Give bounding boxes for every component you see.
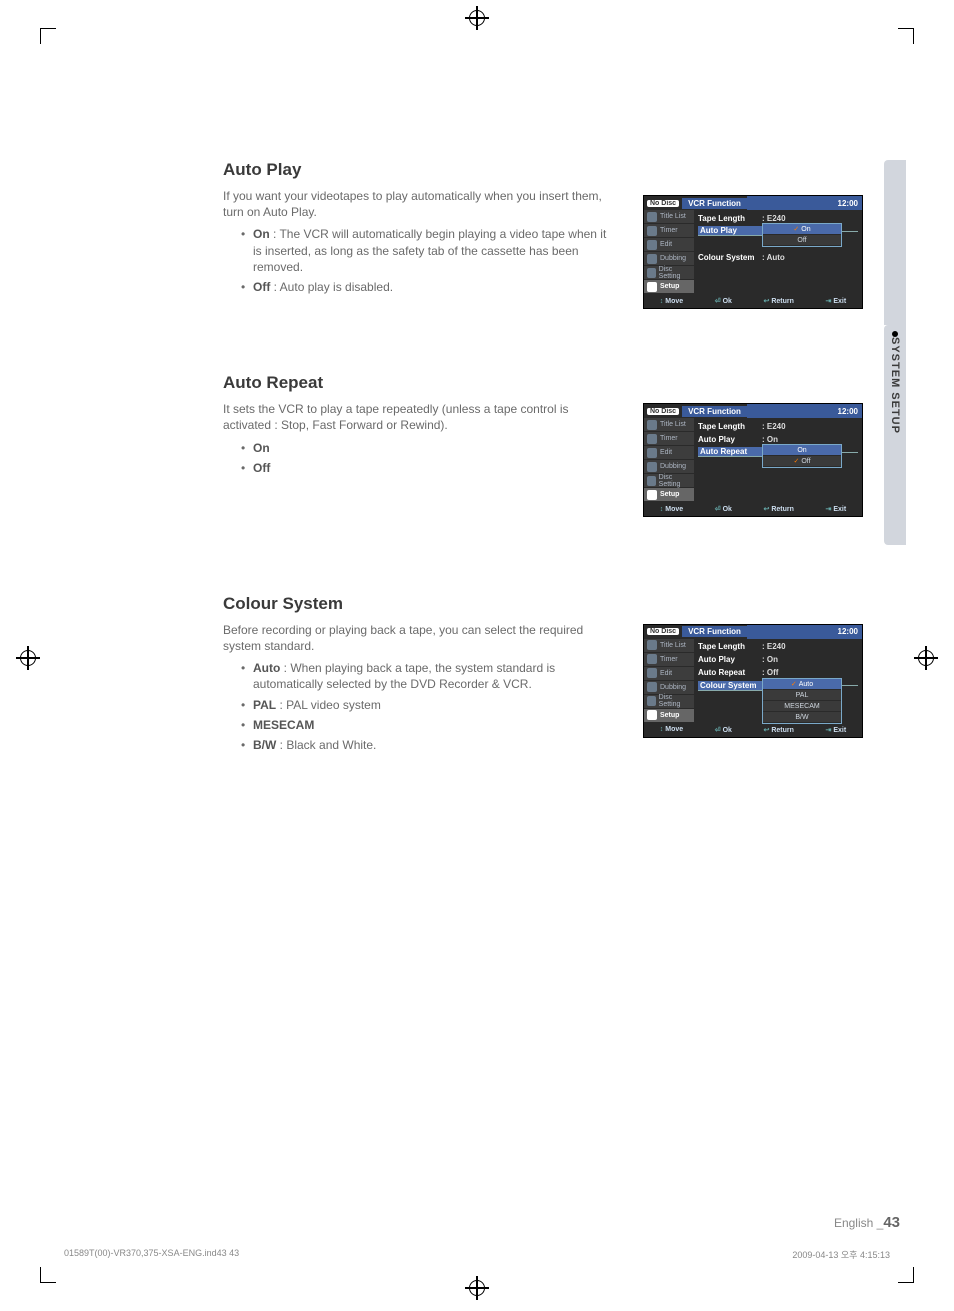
osd-badge: No Disc <box>647 628 679 635</box>
osd-footer-ok[interactable]: Ok <box>715 297 732 305</box>
osd-sidebar-item[interactable]: Dubbing <box>644 460 694 474</box>
osd-row: Auto Play: On <box>698 654 858 666</box>
osd-sidebar-item[interactable]: Disc Setting <box>644 474 694 488</box>
osd-row: Colour System: Auto <box>698 251 858 263</box>
section-colour-system: Colour System Before recording or playin… <box>223 594 863 753</box>
list-item: B/W : Black and White. <box>253 737 618 753</box>
intro-auto-repeat: It sets the VCR to play a tape repeatedl… <box>223 401 618 433</box>
osd-footer: Move Ok Return Exit <box>644 294 862 308</box>
osd-row: Tape Length: E240 <box>698 420 858 432</box>
osd-footer-ok[interactable]: Ok <box>715 726 732 734</box>
osd-option[interactable]: PAL <box>763 690 841 701</box>
osd-footer-return[interactable]: Return <box>763 297 793 305</box>
heading-auto-play: Auto Play <box>223 160 863 180</box>
osd-option[interactable]: MESECAM <box>763 701 841 712</box>
osd-panel-auto-play: No Disc VCR Function 12:00 Title List Ti… <box>643 195 863 309</box>
osd-title: VCR Function <box>682 406 747 417</box>
osd-clock: 12:00 <box>747 404 862 418</box>
osd-sidebar-item-active[interactable]: Setup <box>644 709 694 723</box>
osd-row: Tape Length: E240 <box>698 641 858 653</box>
osd-option[interactable]: Auto <box>763 679 841 690</box>
osd-footer-return[interactable]: Return <box>763 505 793 513</box>
bullets-auto-repeat: On Off <box>223 440 618 476</box>
list-item: PAL : PAL video system <box>253 697 618 713</box>
osd-sidebar-item[interactable]: Dubbing <box>644 681 694 695</box>
osd-footer-exit[interactable]: Exit <box>825 726 846 734</box>
osd-main: Tape Length: E240 Auto Play: On Auto Rep… <box>694 639 862 723</box>
osd-option[interactable]: Off <box>763 456 841 467</box>
osd-panel-auto-repeat: No Disc VCR Function 12:00 Title List Ti… <box>643 403 863 517</box>
osd-dropdown[interactable]: On Off <box>762 444 842 468</box>
page-number: English _43 <box>834 1214 900 1231</box>
osd-sidebar-item[interactable]: Title List <box>644 639 694 653</box>
list-item: Off : Auto play is disabled. <box>253 279 618 295</box>
heading-auto-repeat: Auto Repeat <box>223 373 863 393</box>
osd-title: VCR Function <box>682 198 747 209</box>
bullets-auto-play: On : The VCR will automatically begin pl… <box>223 226 618 295</box>
osd-panel-colour-system: No Disc VCR Function 12:00 Title List Ti… <box>643 624 863 738</box>
registration-mark-right <box>916 648 936 673</box>
osd-main: Tape Length: E240 Auto Play: On Auto Rep… <box>694 418 862 502</box>
intro-auto-play: If you want your videotapes to play auto… <box>223 188 618 220</box>
footer-time: 2009-04-13 오후 4:15:13 <box>792 1248 890 1261</box>
footer-meta: 01589T(00)-VR370,375-XSA-ENG.ind43 43 20… <box>64 1248 890 1261</box>
heading-colour-system: Colour System <box>223 594 863 614</box>
osd-option[interactable]: On <box>763 224 841 235</box>
osd-badge: No Disc <box>647 408 679 415</box>
osd-footer: Move Ok Return Exit <box>644 723 862 737</box>
osd-sidebar-item[interactable]: Edit <box>644 446 694 460</box>
list-item: Off <box>253 460 618 476</box>
osd-sidebar-item[interactable]: Timer <box>644 224 694 238</box>
list-item: Auto : When playing back a tape, the sys… <box>253 660 618 692</box>
osd-sidebar: Title List Timer Edit Dubbing Disc Setti… <box>644 210 694 294</box>
osd-sidebar: Title List Timer Edit Dubbing Disc Setti… <box>644 639 694 723</box>
osd-dropdown[interactable]: Auto PAL MESECAM B/W <box>762 678 842 724</box>
osd-sidebar-item[interactable]: Dubbing <box>644 252 694 266</box>
osd-sidebar-item-active[interactable]: Setup <box>644 488 694 502</box>
osd-sidebar-item[interactable]: Disc Setting <box>644 266 694 280</box>
side-tab: SYSTEM SETUP <box>884 325 906 545</box>
osd-sidebar-item-active[interactable]: Setup <box>644 280 694 294</box>
osd-footer-move[interactable]: Move <box>660 506 683 513</box>
footer-file: 01589T(00)-VR370,375-XSA-ENG.ind43 43 <box>64 1248 239 1261</box>
list-item: MESECAM <box>253 717 618 733</box>
osd-clock: 12:00 <box>747 196 862 210</box>
osd-footer-return[interactable]: Return <box>763 726 793 734</box>
osd-footer: Move Ok Return Exit <box>644 502 862 516</box>
list-item: On <box>253 440 618 456</box>
osd-sidebar-item[interactable]: Disc Setting <box>644 695 694 709</box>
osd-option[interactable]: Off <box>763 235 841 246</box>
content-area: Auto Play If you want your videotapes to… <box>223 160 863 781</box>
osd-sidebar-item[interactable]: Edit <box>644 667 694 681</box>
osd-clock: 12:00 <box>747 625 862 639</box>
registration-mark-left <box>18 648 38 673</box>
list-item: On : The VCR will automatically begin pl… <box>253 226 618 275</box>
registration-mark-bottom <box>467 1278 487 1303</box>
intro-colour-system: Before recording or playing back a tape,… <box>223 622 618 654</box>
osd-sidebar-item[interactable]: Timer <box>644 432 694 446</box>
osd-sidebar-item[interactable]: Title List <box>644 418 694 432</box>
osd-footer-exit[interactable]: Exit <box>825 505 846 513</box>
osd-dropdown[interactable]: On Off <box>762 223 842 247</box>
registration-mark-top <box>467 8 487 33</box>
osd-sidebar: Title List Timer Edit Dubbing Disc Setti… <box>644 418 694 502</box>
osd-badge: No Disc <box>647 200 679 207</box>
section-auto-play: Auto Play If you want your videotapes to… <box>223 160 863 295</box>
osd-option[interactable]: B/W <box>763 712 841 723</box>
osd-sidebar-item[interactable]: Edit <box>644 238 694 252</box>
page: SYSTEM SETUP Auto Play If you want your … <box>48 40 906 1271</box>
osd-footer-move[interactable]: Move <box>660 298 683 305</box>
osd-sidebar-item[interactable]: Title List <box>644 210 694 224</box>
osd-footer-exit[interactable]: Exit <box>825 297 846 305</box>
osd-option[interactable]: On <box>763 445 841 456</box>
side-tab-label: SYSTEM SETUP <box>889 337 901 434</box>
osd-footer-move[interactable]: Move <box>660 726 683 733</box>
osd-footer-ok[interactable]: Ok <box>715 505 732 513</box>
side-tab-extension <box>884 160 906 325</box>
osd-title: VCR Function <box>682 626 747 637</box>
bullets-colour-system: Auto : When playing back a tape, the sys… <box>223 660 618 753</box>
section-auto-repeat: Auto Repeat It sets the VCR to play a ta… <box>223 373 863 476</box>
osd-sidebar-item[interactable]: Timer <box>644 653 694 667</box>
osd-main: Tape Length: E240 Auto Play On Off Auto … <box>694 210 862 294</box>
